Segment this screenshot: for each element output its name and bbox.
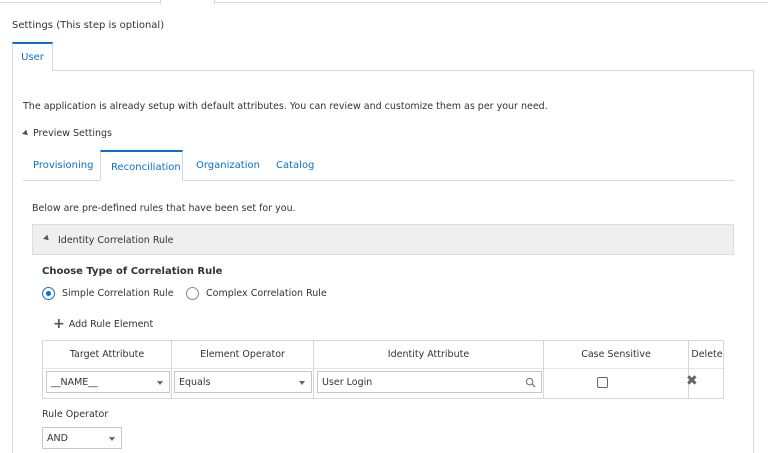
rule-operator-value: AND (47, 433, 68, 444)
tab-user-label: User (21, 52, 44, 63)
target-attribute-value: __NAME__ (51, 377, 98, 388)
preview-settings-label: Preview Settings (33, 128, 112, 139)
rule-elements-table: Target Attribute __NAME__ Element Operat… (42, 340, 724, 399)
complex-correlation-radio[interactable] (186, 287, 199, 300)
rule-operator-label: Rule Operator (42, 409, 109, 420)
tab-organization[interactable]: Organization (186, 150, 262, 181)
target-attribute-select[interactable]: __NAME__ (46, 371, 170, 393)
collapse-triangle-icon (43, 234, 51, 243)
complex-correlation-label[interactable]: Complex Correlation Rule (206, 288, 327, 299)
case-sensitive-checkbox[interactable] (597, 377, 608, 388)
tab-provisioning[interactable]: Provisioning (23, 150, 98, 181)
chevron-down-icon (109, 437, 115, 441)
collapse-triangle-icon (22, 129, 30, 138)
col-case-sensitive: Case Sensitive (544, 341, 689, 398)
delete-row-icon[interactable]: ✖ (686, 374, 698, 388)
search-icon[interactable] (525, 377, 536, 388)
header-delete: Delete (691, 349, 723, 360)
top-tab-strip (0, 0, 768, 3)
plus-icon: + (53, 316, 65, 332)
tab-catalog[interactable]: Catalog (266, 150, 321, 181)
top-tab-stub (160, 0, 215, 4)
correlation-rule-label: Identity Correlation Rule (58, 235, 174, 246)
info-text: The application is already setup with de… (23, 101, 548, 112)
chevron-down-icon (299, 381, 305, 385)
correlation-rule-header[interactable]: Identity Correlation Rule (32, 224, 734, 255)
tab-reconciliation-label: Reconciliation (111, 162, 181, 173)
element-operator-value: Equals (179, 377, 211, 388)
identity-attribute-value: User Login (322, 377, 373, 388)
rules-intro-text: Below are pre-defined rules that have be… (32, 203, 296, 214)
header-element-operator: Element Operator (200, 349, 285, 360)
tab-catalog-label: Catalog (276, 160, 315, 171)
tab-reconciliation[interactable]: Reconciliation (100, 150, 183, 181)
tab-organization-label: Organization (196, 160, 260, 171)
col-element-operator: Element Operator Equals (172, 341, 314, 398)
col-target-attribute: Target Attribute __NAME__ (43, 341, 172, 398)
tab-user[interactable]: User (12, 42, 53, 71)
simple-correlation-radio[interactable] (42, 287, 55, 300)
choose-type-title: Choose Type of Correlation Rule (42, 266, 223, 277)
header-target-attribute: Target Attribute (69, 349, 145, 360)
add-rule-element-label: Add Rule Element (68, 319, 154, 330)
rule-operator-select[interactable]: AND (42, 427, 122, 449)
identity-attribute-field[interactable]: User Login (317, 371, 542, 393)
header-case-sensitive: Case Sensitive (581, 349, 651, 360)
chevron-down-icon (157, 381, 163, 385)
preview-settings-toggle[interactable]: Preview Settings (22, 128, 112, 139)
element-operator-select[interactable]: Equals (174, 371, 312, 393)
tab-provisioning-label: Provisioning (33, 160, 94, 171)
header-identity-attribute: Identity Attribute (387, 349, 470, 360)
add-rule-element-button[interactable]: + Add Rule Element (53, 316, 154, 332)
col-delete: Delete ✖ (686, 341, 725, 398)
section-title: Settings (This step is optional) (12, 20, 165, 31)
simple-correlation-label[interactable]: Simple Correlation Rule (62, 288, 174, 299)
col-identity-attribute: Identity Attribute User Login (314, 341, 544, 398)
